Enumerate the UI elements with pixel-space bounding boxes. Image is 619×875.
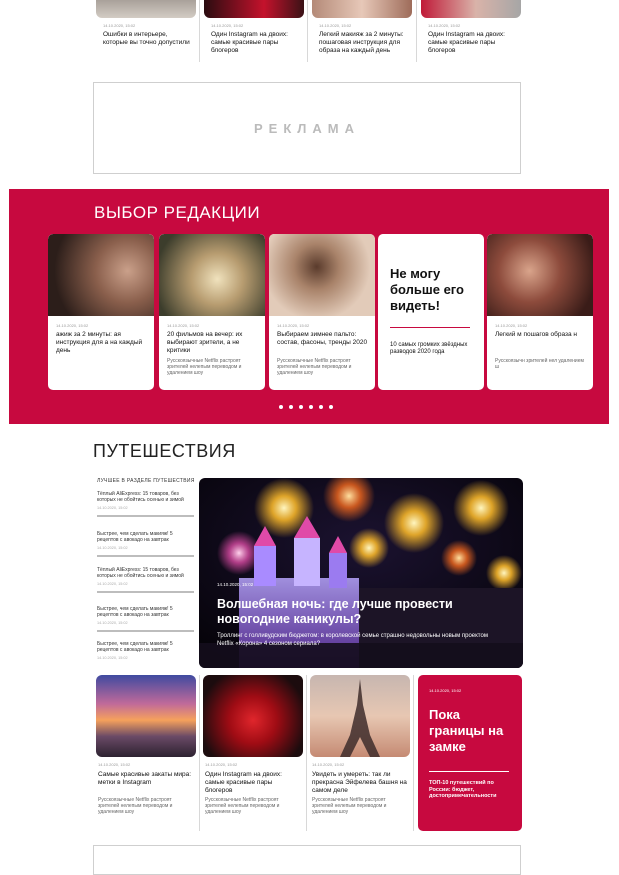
list-item-date: 14.10.2020, 15:02 xyxy=(97,582,128,586)
article-thumbnail[interactable] xyxy=(312,0,412,18)
section-title: ВЫБОР РЕДАКЦИИ xyxy=(94,203,261,222)
list-item[interactable]: Тёплый AliExpress: 15 товаров, без котор… xyxy=(97,567,195,593)
article-date: 14.10.2020, 15:02 xyxy=(103,23,136,28)
carousel-card[interactable]: 14.10.2020, 15:02 Легкий м пошагов образ… xyxy=(487,234,593,390)
article-date: 14.10.2020, 15:02 xyxy=(312,762,345,767)
card-headline[interactable]: Не могу больше его видеть! xyxy=(390,266,475,314)
article-date: 14.10.2020, 15:02 xyxy=(211,23,244,28)
article-title[interactable]: Легкий м пошагов образа н xyxy=(495,331,587,339)
article-title[interactable]: Один Instagram на двоих: самые красивые … xyxy=(428,31,518,55)
divider xyxy=(306,675,307,831)
article-date: 14.10.2020, 15:02 xyxy=(56,323,89,328)
carousel-text-card[interactable]: Не могу больше его видеть! 10 самых гром… xyxy=(378,234,484,390)
article-description: Русскоязычные Netflix растроят зрителей … xyxy=(167,358,242,376)
article-title[interactable]: Волшебная ночь: где лучше провести новог… xyxy=(217,597,497,627)
article-title[interactable]: Один Instagram на двоих: самые красивые … xyxy=(211,31,301,55)
carousel-dot[interactable] xyxy=(279,405,283,409)
article-date: 14.10.2020, 15:02 xyxy=(495,323,528,328)
article-description: Русскоязычн зрителей нел удалением ш xyxy=(495,358,584,370)
ad-banner[interactable]: РЕКЛАМА xyxy=(93,82,521,174)
divider xyxy=(413,675,414,831)
list-item-date: 14.10.2020, 15:02 xyxy=(97,546,128,550)
article-thumbnail[interactable] xyxy=(203,675,303,757)
article-date: 14.10.2020, 15:02 xyxy=(98,762,131,767)
article-date: 14.10.2020, 15:02 xyxy=(429,688,462,693)
carousel-pagination xyxy=(279,405,333,409)
article-title[interactable]: Один Instagram на двоих: самые красивые … xyxy=(205,771,301,795)
article-title[interactable]: Самые красивые закаты мира: метки в Inst… xyxy=(98,771,194,787)
list-item[interactable]: Быстрее, чем сделать макияж! 5 рецептов … xyxy=(97,606,195,632)
carousel-dot[interactable] xyxy=(309,405,313,409)
card-subtitle: 10 самых громких звёздных разводов 2020 … xyxy=(390,342,468,355)
carousel-card[interactable]: 14.10.2020, 15:02 ажиж за 2 минуты: ая и… xyxy=(48,234,154,390)
article-thumbnail[interactable] xyxy=(96,675,196,757)
list-item[interactable]: Тёплый AliExpress: 15 товаров, без котор… xyxy=(97,491,195,517)
section-title: ПУТЕШЕСТВИЯ xyxy=(93,441,236,461)
editors-choice-section: ВЫБОР РЕДАКЦИИ 14.10.2020, 15:02 ажиж за… xyxy=(9,189,609,424)
card-subtitle: ТОП-10 путешествий по России: бюджет, до… xyxy=(429,780,497,799)
eiffel-tower-icon xyxy=(340,679,380,757)
article-title[interactable]: ажиж за 2 минуты: ая инструкция для а на… xyxy=(56,331,148,355)
divider xyxy=(97,555,194,557)
carousel-dot[interactable] xyxy=(319,405,323,409)
travel-top-list: ЛУЧШЕЕ В РАЗДЕЛЕ ПУТЕШЕСТВИЯ Тёплый AliE… xyxy=(97,478,197,668)
article-description: Русскоязычные Netflix растроят зрителей … xyxy=(277,358,352,376)
article-thumbnail[interactable] xyxy=(310,675,410,757)
featured-article[interactable]: 14.10.2020, 15:02 Волшебная ночь: где лу… xyxy=(199,478,523,668)
list-item-date: 14.10.2020, 15:02 xyxy=(97,506,128,510)
divider xyxy=(199,0,200,62)
list-item-date: 14.10.2020, 15:02 xyxy=(97,656,128,660)
list-item[interactable]: Быстрее, чем сделать макияж! 5 рецептов … xyxy=(97,531,195,557)
list-item-title[interactable]: Быстрее, чем сделать макияж! 5 рецептов … xyxy=(97,531,195,543)
article-thumbnail[interactable] xyxy=(159,234,265,316)
article-date: 14.10.2020, 15:02 xyxy=(167,323,200,328)
carousel-dot[interactable] xyxy=(299,405,303,409)
carousel-card[interactable]: 14.10.2020, 15:02 20 фильмов на вечер: и… xyxy=(159,234,265,390)
carousel-dot[interactable] xyxy=(329,405,333,409)
divider xyxy=(307,0,308,62)
article-thumbnail[interactable] xyxy=(48,234,154,316)
list-item-title[interactable]: Тёплый AliExpress: 15 товаров, без котор… xyxy=(97,491,195,503)
article-thumbnail[interactable] xyxy=(269,234,375,316)
card-headline[interactable]: Пока границы на замке xyxy=(429,707,517,755)
divider xyxy=(97,515,194,517)
article-date: 14.10.2020, 15:02 xyxy=(428,23,461,28)
article-description: Русскоязычные Netflix растроят зрителей … xyxy=(205,797,280,815)
article-description: Русскоязычные Netflix растроят зрителей … xyxy=(98,797,173,815)
article-description: Русскоязычные Netflix растроят зрителей … xyxy=(312,797,387,815)
divider xyxy=(416,0,417,62)
list-item-title[interactable]: Быстрее, чем сделать макияж! 5 рецептов … xyxy=(97,641,195,653)
divider xyxy=(97,591,194,593)
article-thumbnail[interactable] xyxy=(421,0,521,18)
article-subtitle: Троллинг с голливудским бюджетом: в коро… xyxy=(217,633,488,647)
article-title[interactable]: 20 фильмов на вечер: их выбирают зрители… xyxy=(167,331,259,355)
card-rule xyxy=(429,771,509,772)
article-date: 14.10.2020, 15:02 xyxy=(277,323,310,328)
article-title[interactable]: Легкий макияж за 2 минуты: пошаговая инс… xyxy=(319,31,409,55)
article-date: 14.10.2020, 15:02 xyxy=(319,23,352,28)
carousel-dot[interactable] xyxy=(289,405,293,409)
article-thumbnail[interactable] xyxy=(487,234,593,316)
article-date: 14.10.2020, 15:02 xyxy=(217,582,254,587)
list-item-title[interactable]: Тёплый AliExpress: 15 товаров, без котор… xyxy=(97,567,195,579)
list-item-date: 14.10.2020, 15:02 xyxy=(97,621,128,625)
divider xyxy=(97,630,194,632)
ad-label: РЕКЛАМА xyxy=(253,120,360,136)
list-heading: ЛУЧШЕЕ В РАЗДЕЛЕ ПУТЕШЕСТВИЯ xyxy=(97,478,195,484)
divider xyxy=(199,675,200,831)
carousel-card[interactable]: 14.10.2020, 15:02 Выбираем зимнее пальто… xyxy=(269,234,375,390)
article-thumbnail[interactable] xyxy=(204,0,304,18)
article-thumbnail[interactable] xyxy=(96,0,196,18)
card-rule xyxy=(390,327,470,328)
ad-banner[interactable] xyxy=(93,845,521,875)
list-item[interactable]: Быстрее, чем сделать макияж! 5 рецептов … xyxy=(97,641,195,660)
article-title[interactable]: Увидеть и умереть: так ли прекрасна Эйфе… xyxy=(312,771,408,795)
article-date: 14.10.2020, 15:02 xyxy=(205,762,238,767)
article-title[interactable]: Ошибки в интерьере, которые вы точно доп… xyxy=(103,31,193,47)
promo-card[interactable]: 14.10.2020, 15:02 Пока границы на замке … xyxy=(418,675,522,831)
list-item-title[interactable]: Быстрее, чем сделать макияж! 5 рецептов … xyxy=(97,606,195,618)
article-title[interactable]: Выбираем зимнее пальто: состав, фасоны, … xyxy=(277,331,369,347)
